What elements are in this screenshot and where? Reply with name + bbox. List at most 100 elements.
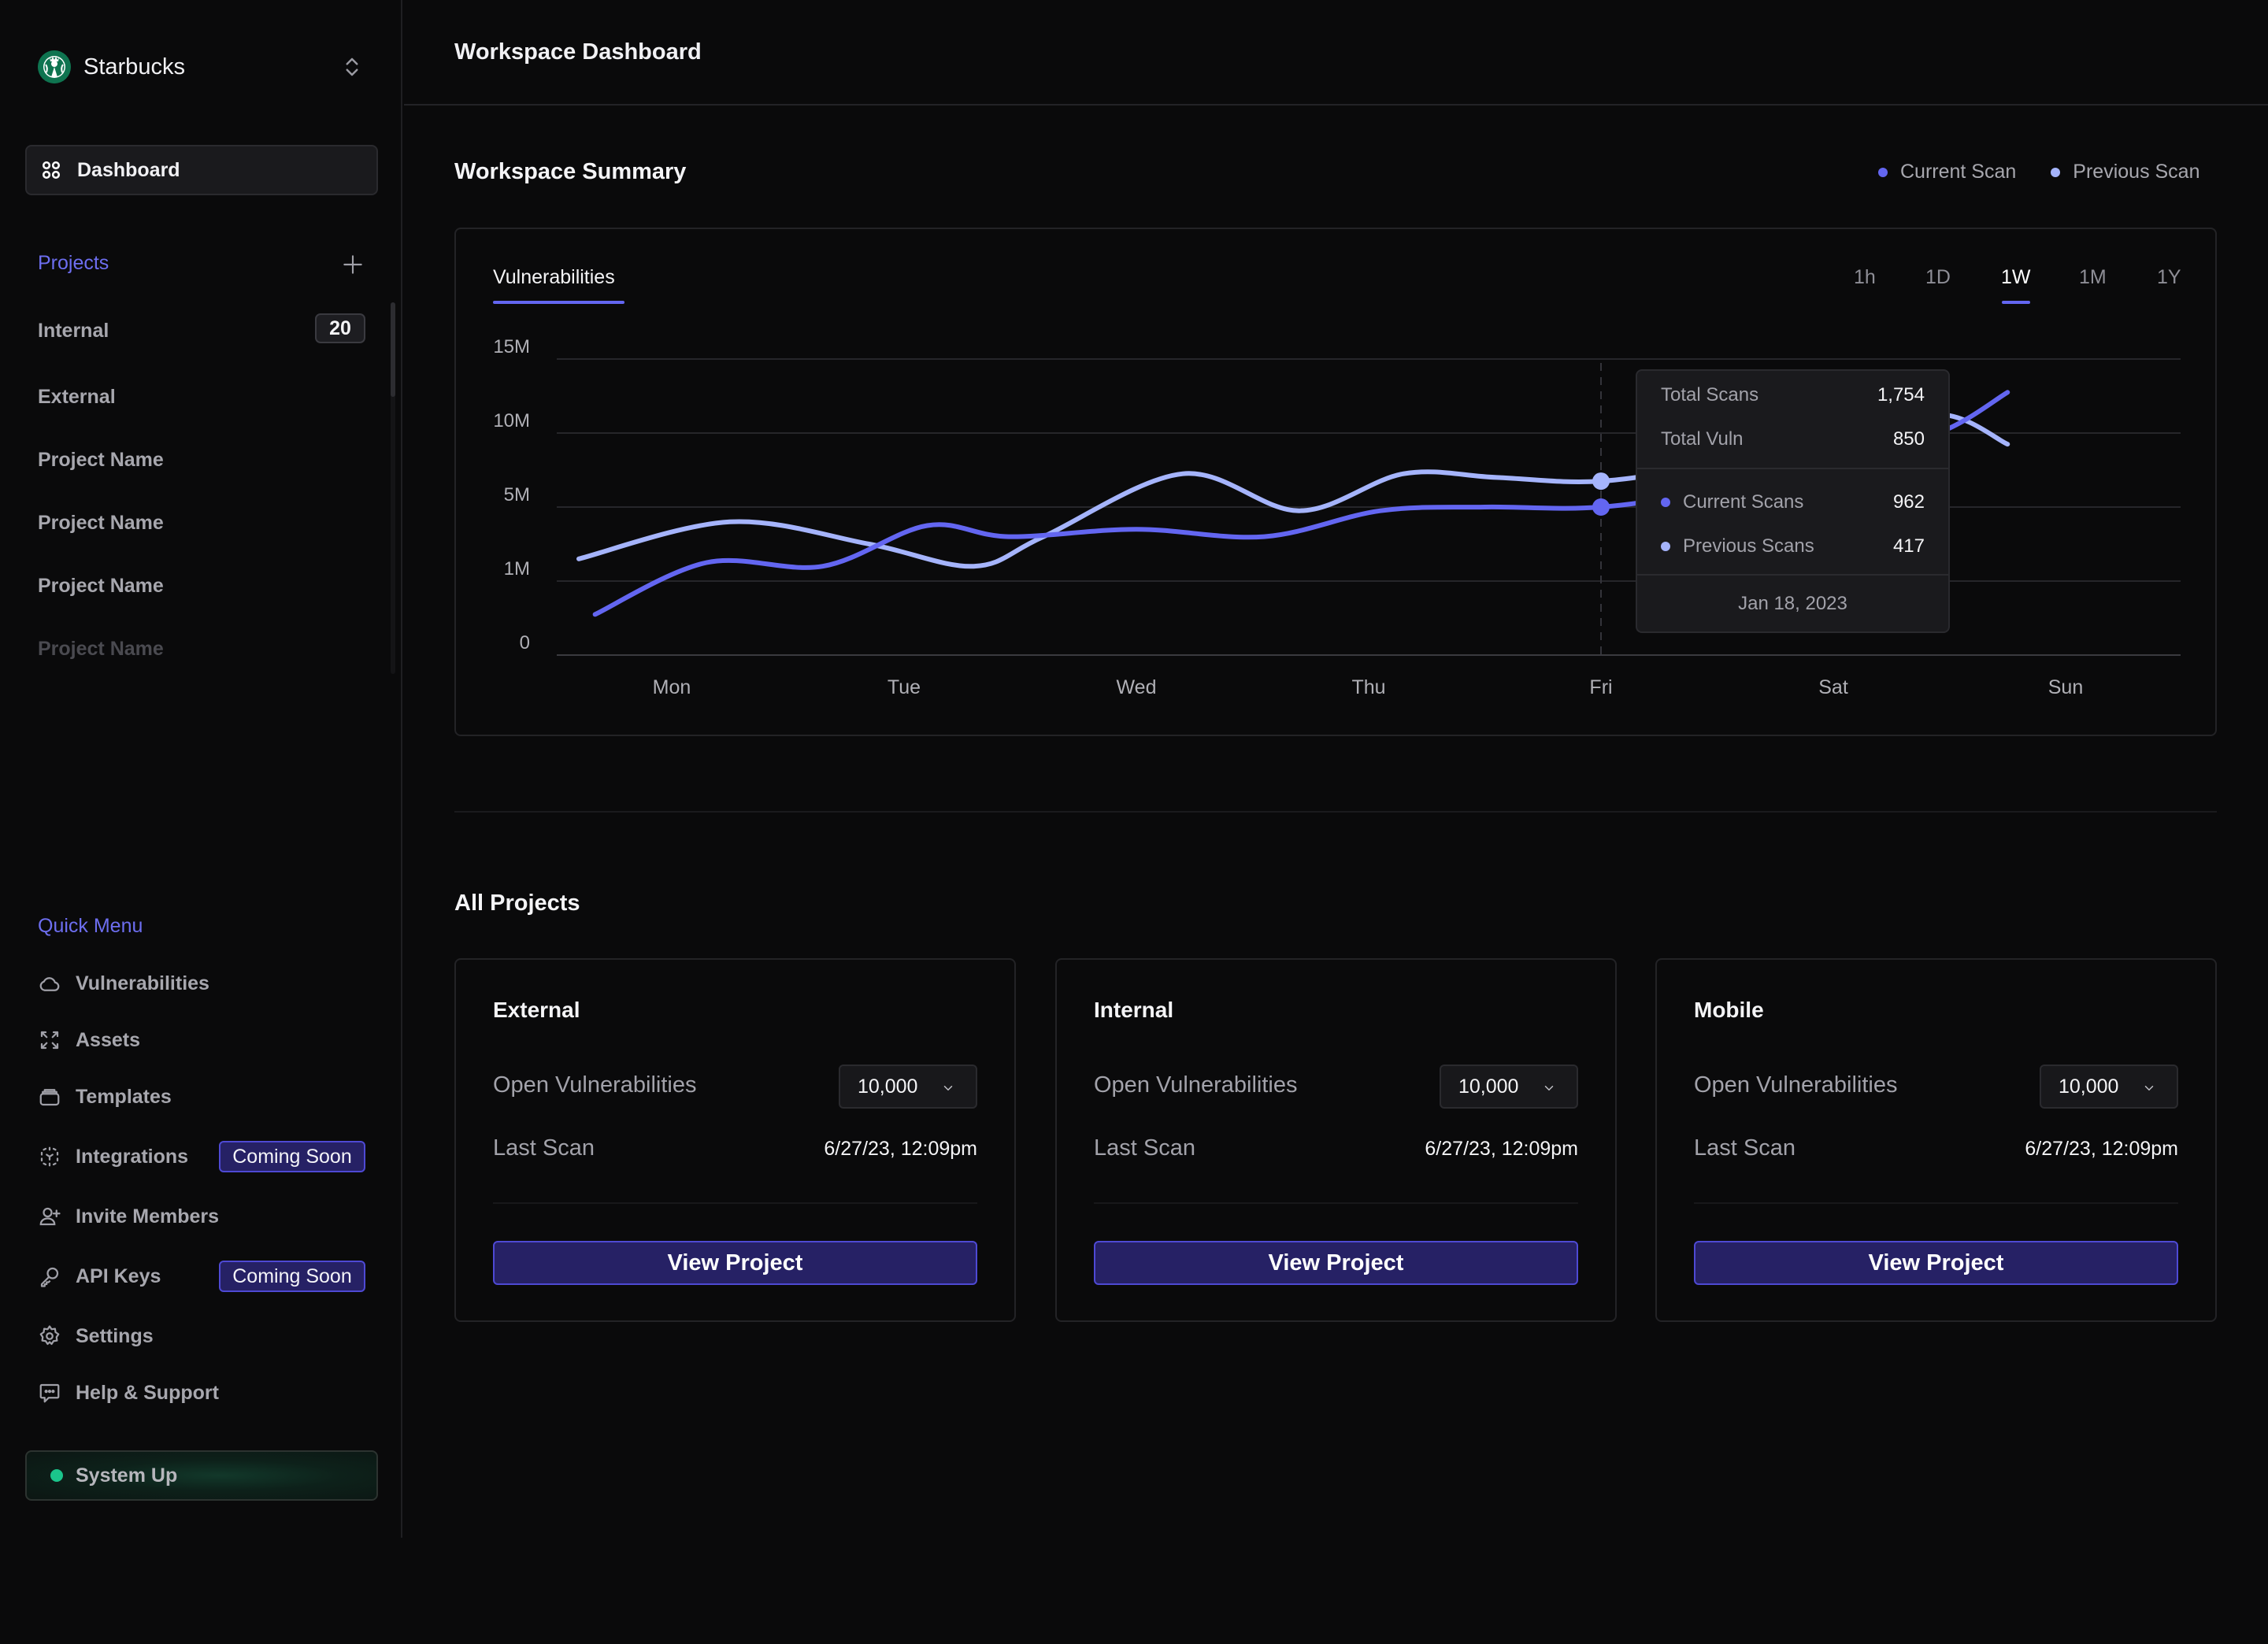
cloud-icon [38,972,61,995]
legend-current-label: Current Scan [1900,161,2017,183]
plus-icon [343,255,362,274]
scrollbar-thumb[interactable] [391,302,395,397]
add-project-button[interactable] [340,252,365,277]
x-tick-label: Thu [1351,676,1385,698]
open-vulnerabilities-label: Open Vulnerabilities [1694,1072,1898,1098]
sidebar-project-item[interactable]: Project Name [38,512,164,535]
sidebar-item-label: Vulnerabilities [76,972,209,994]
range-tab-1h[interactable]: 1h [1854,266,1876,289]
section-divider [454,811,2217,813]
legend-current-dot-icon [1878,167,1888,177]
sidebar-item-templates[interactable]: Templates [38,1081,369,1113]
sidebar-item-label: Assets [76,1028,140,1051]
select-value: 10,000 [2059,1075,2119,1098]
tooltip-label: Total Scans [1661,384,1759,405]
open-vulnerabilities-label: Open Vulnerabilities [1094,1072,1298,1098]
sidebar-item-label: Dashboard [77,158,180,181]
project-count-badge: 20 [315,313,365,343]
chevron-down-icon [943,1086,953,1091]
top-bar: Workspace Dashboard [404,0,2268,106]
sidebar-item-assets[interactable]: Assets [38,1024,369,1056]
sidebar-item-label: Templates [76,1085,172,1108]
chevron-down-icon [1544,1086,1554,1091]
view-project-button[interactable]: View Project [1094,1241,1578,1285]
sidebar-item-settings[interactable]: Settings [38,1320,369,1352]
chevron-down-icon [2144,1086,2154,1091]
range-active-indicator [2002,301,2030,304]
view-project-button[interactable]: View Project [493,1241,977,1285]
sidebar-project-internal[interactable]: Internal 20 [38,313,369,367]
tooltip-divider [1637,574,1948,576]
last-scan-label: Last Scan [493,1135,595,1161]
projects-heading: Projects [38,252,109,274]
sidebar: Starbucks Dashboard Projects Internal 20… [0,0,402,1538]
page-title: Workspace Dashboard [454,39,702,65]
x-tick-label: Mon [653,676,691,698]
range-tab-1d[interactable]: 1D [1925,266,1951,289]
project-card-title: Internal [1094,998,1174,1022]
integrations-icon [38,1145,61,1168]
x-tick-label: Tue [888,676,921,698]
x-tick-label: Sat [1818,676,1848,698]
x-tick-label: Sun [2048,676,2083,698]
sidebar-project-external[interactable]: External [38,386,116,409]
all-projects-title: All Projects [454,890,580,916]
open-vulnerabilities-select[interactable]: 10,000 [1440,1065,1578,1109]
tooltip-total-vuln: Total Vuln 850 [1661,428,1925,451]
range-tab-1y[interactable]: 1Y [2157,266,2181,289]
range-tab-1m[interactable]: 1M [2079,266,2107,289]
sidebar-item-label: Invite Members [76,1205,220,1227]
chart-card: 0 1M 5M 10M 15M Mon Tue Wed Thu Fri Sat Sun Vulnera… [454,228,2217,736]
highlight-point-current-scan [1592,498,1610,516]
last-scan-label: Last Scan [1694,1135,1796,1161]
y-tick-label: 10M [493,410,530,431]
chart-legend: Current Scan Previous Scan [1878,161,2200,183]
view-project-button[interactable]: View Project [1694,1241,2178,1285]
sidebar-item-label: API Keys [76,1264,161,1287]
coming-soon-badge: Coming Soon [219,1141,365,1172]
workspace-switcher[interactable]: Starbucks [38,50,185,83]
card-divider [1694,1202,2178,1204]
project-card: Internal Open Vulnerabilities 10,000 Las… [1055,958,1617,1322]
workspace-name: Starbucks [83,54,185,80]
range-tab-1w[interactable]: 1W [2001,266,2031,289]
sidebar-project-item[interactable]: Project Name [38,449,164,472]
select-value: 10,000 [1458,1075,1519,1098]
starbucks-logo-icon [38,50,71,83]
sidebar-item-vulnerabilities[interactable]: Vulnerabilities [38,968,369,999]
sidebar-item-api-keys[interactable]: API Keys Coming Soon [38,1261,369,1292]
y-tick-label: 0 [520,632,530,654]
expand-icon [38,1028,61,1052]
tab-vulnerabilities[interactable]: Vulnerabilities [493,266,615,289]
y-tick-label: 15M [493,336,530,357]
legend-previous-label: Previous Scan [2073,161,2200,183]
project-card: External Open Vulnerabilities 10,000 Las… [454,958,1016,1322]
key-icon [38,1264,61,1288]
previous-dot-icon [1661,542,1670,551]
system-status[interactable]: System Up [25,1450,378,1501]
sidebar-project-item[interactable]: Project Name [38,575,164,598]
tooltip-value: 1,754 [1877,384,1925,405]
x-tick-label: Wed [1117,676,1157,698]
last-scan-value: 6/27/23, 12:09pm [2025,1138,2178,1160]
project-card: Mobile Open Vulnerabilities 10,000 Last … [1655,958,2217,1322]
highlight-point-previous-scan [1592,472,1610,491]
open-vulnerabilities-select[interactable]: 10,000 [2040,1065,2178,1109]
y-tick-label: 5M [504,484,530,505]
sidebar-item-invite-members[interactable]: Invite Members [38,1201,369,1232]
open-vulnerabilities-select[interactable]: 10,000 [839,1065,977,1109]
sidebar-project-item[interactable]: Project Name [38,638,164,661]
sidebar-item-label: Help & Support [76,1381,219,1404]
legend-previous-dot-icon [2051,167,2061,177]
current-dot-icon [1661,498,1670,507]
project-list-scrollbar[interactable] [391,302,395,674]
last-scan-value: 6/27/23, 12:09pm [824,1138,977,1160]
tooltip-label: Current Scans [1683,491,1804,513]
line-chart: 0 1M 5M 10M 15M Mon Tue Wed Thu Fri Sat Sun [493,336,2181,698]
sidebar-item-dashboard[interactable]: Dashboard [25,145,378,195]
chevron-up-down-icon[interactable] [340,55,364,79]
sidebar-item-help-support[interactable]: Help & Support [38,1377,369,1409]
gear-icon [38,1324,61,1348]
last-scan-value: 6/27/23, 12:09pm [1425,1138,1578,1160]
sidebar-item-integrations[interactable]: Integrations Coming Soon [38,1141,369,1172]
